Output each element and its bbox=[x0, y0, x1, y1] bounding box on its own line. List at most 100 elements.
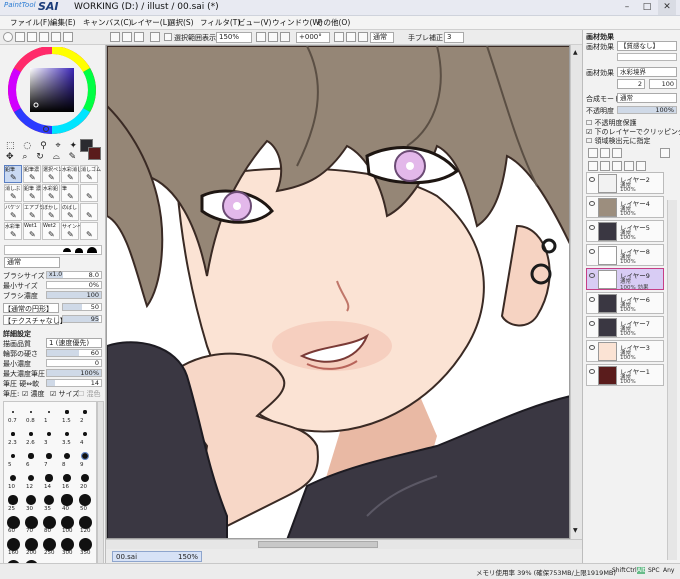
brush-size-dot[interactable] bbox=[81, 452, 89, 460]
brush-size-dot[interactable] bbox=[47, 410, 51, 414]
min-size-slider[interactable]: 0% bbox=[46, 281, 102, 289]
rgb-slider-icon[interactable] bbox=[15, 32, 25, 42]
horizontal-scroll-thumb[interactable] bbox=[258, 541, 378, 548]
canvas-horizontal-scrollbar[interactable] bbox=[106, 539, 582, 549]
brush-size-dot[interactable] bbox=[63, 474, 71, 482]
brush-size-dot[interactable] bbox=[11, 432, 15, 436]
tool-button[interactable]: 水彩筆 ✎ bbox=[4, 222, 22, 240]
brush-size-dot[interactable] bbox=[42, 537, 56, 551]
visibility-eye-icon[interactable] bbox=[589, 273, 595, 278]
tool-button[interactable]: 鉛筆 濃 ✎ bbox=[23, 184, 41, 202]
tool-button[interactable]: Wet1 ✎ bbox=[23, 222, 41, 240]
scratchpad-icon[interactable] bbox=[51, 32, 61, 42]
tool-button[interactable]: サインペ ✎ bbox=[61, 222, 82, 240]
rotate-left-icon[interactable] bbox=[334, 32, 344, 42]
tool-button[interactable]: ✎ bbox=[80, 203, 98, 221]
layer-item[interactable]: レイヤー5 通常 100% bbox=[586, 220, 664, 242]
hsv-slider-icon[interactable] bbox=[27, 32, 37, 42]
menu-select[interactable]: 選択(S) bbox=[168, 17, 194, 28]
brush-size-slider[interactable]: x1.0 8.0 bbox=[46, 271, 102, 279]
tool-button[interactable]: ぼかし ✎ bbox=[42, 203, 60, 221]
brush-size-dot[interactable] bbox=[10, 453, 16, 459]
tool-button[interactable]: 消しぶ ✎ bbox=[4, 184, 22, 202]
brush-size-dot[interactable] bbox=[28, 453, 34, 459]
layer-item[interactable]: レイヤー6 通常 100% bbox=[586, 292, 664, 314]
intermediate-color-icon[interactable] bbox=[63, 32, 73, 42]
brush-size-dot[interactable] bbox=[64, 431, 70, 437]
tool-button[interactable]: 筆 ✎ bbox=[61, 184, 79, 202]
edge-hardness-slider[interactable]: 60 bbox=[46, 349, 102, 357]
brush-size-dot[interactable] bbox=[60, 515, 74, 529]
layer-list-scrollbar[interactable] bbox=[667, 200, 677, 560]
menu-view[interactable]: ビュー(V) bbox=[238, 17, 271, 28]
tool-button[interactable]: Wet2 ✎ bbox=[42, 222, 60, 240]
canvas-vertical-scrollbar[interactable]: ▲ ▼ bbox=[570, 45, 582, 539]
brush-size-dot[interactable] bbox=[78, 537, 92, 551]
close-button[interactable]: ✕ bbox=[658, 0, 676, 15]
tool-button[interactable]: 鉛筆 ✎ bbox=[4, 165, 22, 183]
visibility-eye-icon[interactable] bbox=[589, 177, 595, 182]
blend-checkbox[interactable]: ☐ 混色 bbox=[78, 389, 101, 398]
merge-down-icon[interactable] bbox=[600, 161, 610, 171]
shape-strength-slider[interactable]: 50 bbox=[62, 303, 102, 311]
flip-icon[interactable] bbox=[150, 32, 160, 42]
visibility-eye-icon[interactable] bbox=[589, 225, 595, 230]
visibility-eye-icon[interactable] bbox=[589, 297, 595, 302]
brush-size-scrollbar[interactable] bbox=[97, 401, 104, 577]
brush-shape-select[interactable]: 【通常の円形】 bbox=[3, 303, 59, 313]
maximize-button[interactable]: □ bbox=[638, 0, 656, 15]
visibility-eye-icon[interactable] bbox=[589, 321, 595, 326]
brush-size-dot[interactable] bbox=[8, 495, 18, 505]
brush-size-dot[interactable] bbox=[47, 432, 51, 436]
size-checkbox[interactable]: ☑ サイズ bbox=[50, 389, 79, 398]
zoom-out-icon[interactable] bbox=[256, 32, 266, 42]
deselect-icon[interactable] bbox=[110, 32, 120, 42]
brush-size-dot[interactable] bbox=[24, 515, 38, 529]
watercolor-strength[interactable]: 100 bbox=[649, 79, 677, 89]
brush-size-dot[interactable] bbox=[11, 410, 15, 414]
brush-size-dot[interactable] bbox=[6, 515, 20, 529]
layer-blend-select[interactable]: 通常 bbox=[617, 93, 677, 103]
brush-size-dot[interactable] bbox=[78, 515, 92, 529]
color-wheel[interactable] bbox=[0, 47, 106, 142]
layer-item[interactable]: レイヤー4 通常 100% bbox=[586, 196, 664, 218]
merge-visible-icon[interactable] bbox=[612, 161, 622, 171]
stabilizer-select[interactable]: 3 bbox=[444, 32, 464, 43]
minimize-button[interactable]: – bbox=[618, 0, 636, 15]
menu-edit[interactable]: 編集(E) bbox=[50, 17, 76, 28]
density-checkbox[interactable]: ☑ 濃度 bbox=[22, 389, 45, 398]
zoom-reset-icon[interactable] bbox=[280, 32, 290, 42]
menu-file[interactable]: ファイル(F) bbox=[10, 17, 50, 28]
tool-button[interactable]: ✎ bbox=[80, 222, 98, 240]
selection-tools[interactable]: ⬚ ◌ ⚲ ⌖ ✦ bbox=[6, 141, 80, 151]
delete-layer-icon[interactable] bbox=[636, 161, 646, 171]
brush-size-dot[interactable] bbox=[24, 537, 38, 551]
menu-filter[interactable]: フィルタ(T) bbox=[200, 17, 240, 28]
color-circle-icon[interactable] bbox=[3, 32, 13, 42]
watercolor-width[interactable]: 2 bbox=[617, 79, 645, 89]
copy-layer-icon[interactable] bbox=[588, 161, 598, 171]
tool-button[interactable]: 水彩消し ✎ bbox=[61, 165, 82, 183]
brush-size-dot[interactable] bbox=[43, 494, 55, 506]
menu-other[interactable]: その他(O) bbox=[316, 17, 350, 28]
brush-size-dot[interactable] bbox=[46, 453, 52, 459]
layer-item[interactable]: レイヤー3 通常 100% bbox=[586, 340, 664, 362]
brush-size-dot[interactable] bbox=[42, 515, 56, 529]
brush-size-dot[interactable] bbox=[6, 537, 20, 551]
new-folder-icon[interactable] bbox=[612, 148, 622, 158]
visibility-eye-icon[interactable] bbox=[589, 369, 595, 374]
paper-texture-select[interactable]: 【質感なし】 bbox=[617, 41, 677, 51]
brush-size-dot[interactable] bbox=[80, 473, 90, 483]
brush-texture-select[interactable]: 【テクスチャなし】 bbox=[3, 315, 67, 325]
paper-texture-slider[interactable] bbox=[617, 53, 677, 61]
layer-item[interactable]: レイヤー8 通常 100% bbox=[586, 244, 664, 266]
selection-source-checkbox[interactable]: ☐ 領域検出元に指定 bbox=[586, 136, 651, 146]
tool-button[interactable]: エアブラシ ✎ bbox=[23, 203, 49, 221]
selection-checkbox[interactable] bbox=[164, 33, 172, 41]
layer-item[interactable]: レイヤー2 通常 100% bbox=[586, 172, 664, 194]
new-layer-icon[interactable] bbox=[588, 148, 598, 158]
clear-layer-icon[interactable] bbox=[624, 161, 634, 171]
crop-icon[interactable] bbox=[134, 32, 144, 42]
zoom-in-icon[interactable] bbox=[268, 32, 278, 42]
menu-canvas[interactable]: キャンバス(C) bbox=[83, 17, 132, 28]
